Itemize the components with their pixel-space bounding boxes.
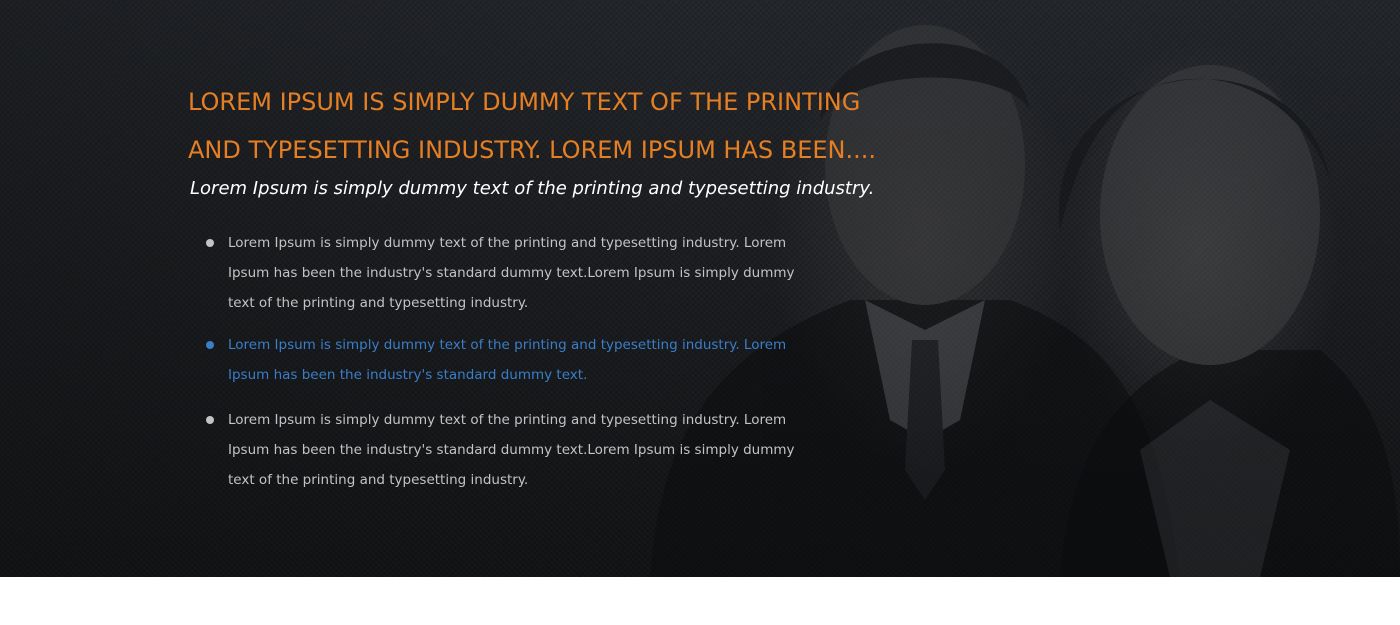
feature-list-item-text: Lorem Ipsum is simply dummy text of the … xyxy=(228,412,795,488)
bullet-dot-icon xyxy=(206,341,214,349)
bullet-dot-icon xyxy=(206,239,214,247)
hero-section: LOREM IPSUM IS SIMPLY DUMMY TEXT OF THE … xyxy=(0,0,1400,577)
bullet-dot-icon xyxy=(206,416,214,424)
hero-headline: LOREM IPSUM IS SIMPLY DUMMY TEXT OF THE … xyxy=(188,88,877,164)
feature-list-item-text: Lorem Ipsum is simply dummy text of the … xyxy=(228,235,795,311)
hero-content: LOREM IPSUM IS SIMPLY DUMMY TEXT OF THE … xyxy=(188,78,878,507)
hero-subheadline: Lorem Ipsum is simply dummy text of the … xyxy=(190,178,875,199)
feature-list-item-text[interactable]: Lorem Ipsum is simply dummy text of the … xyxy=(228,337,786,383)
feature-list: Lorem Ipsum is simply dummy text of the … xyxy=(188,228,808,495)
feature-list-item: Lorem Ipsum is simply dummy text of the … xyxy=(188,405,808,495)
feature-list-item-active[interactable]: Lorem Ipsum is simply dummy text of the … xyxy=(188,330,808,390)
feature-list-item: Lorem Ipsum is simply dummy text of the … xyxy=(188,228,808,318)
